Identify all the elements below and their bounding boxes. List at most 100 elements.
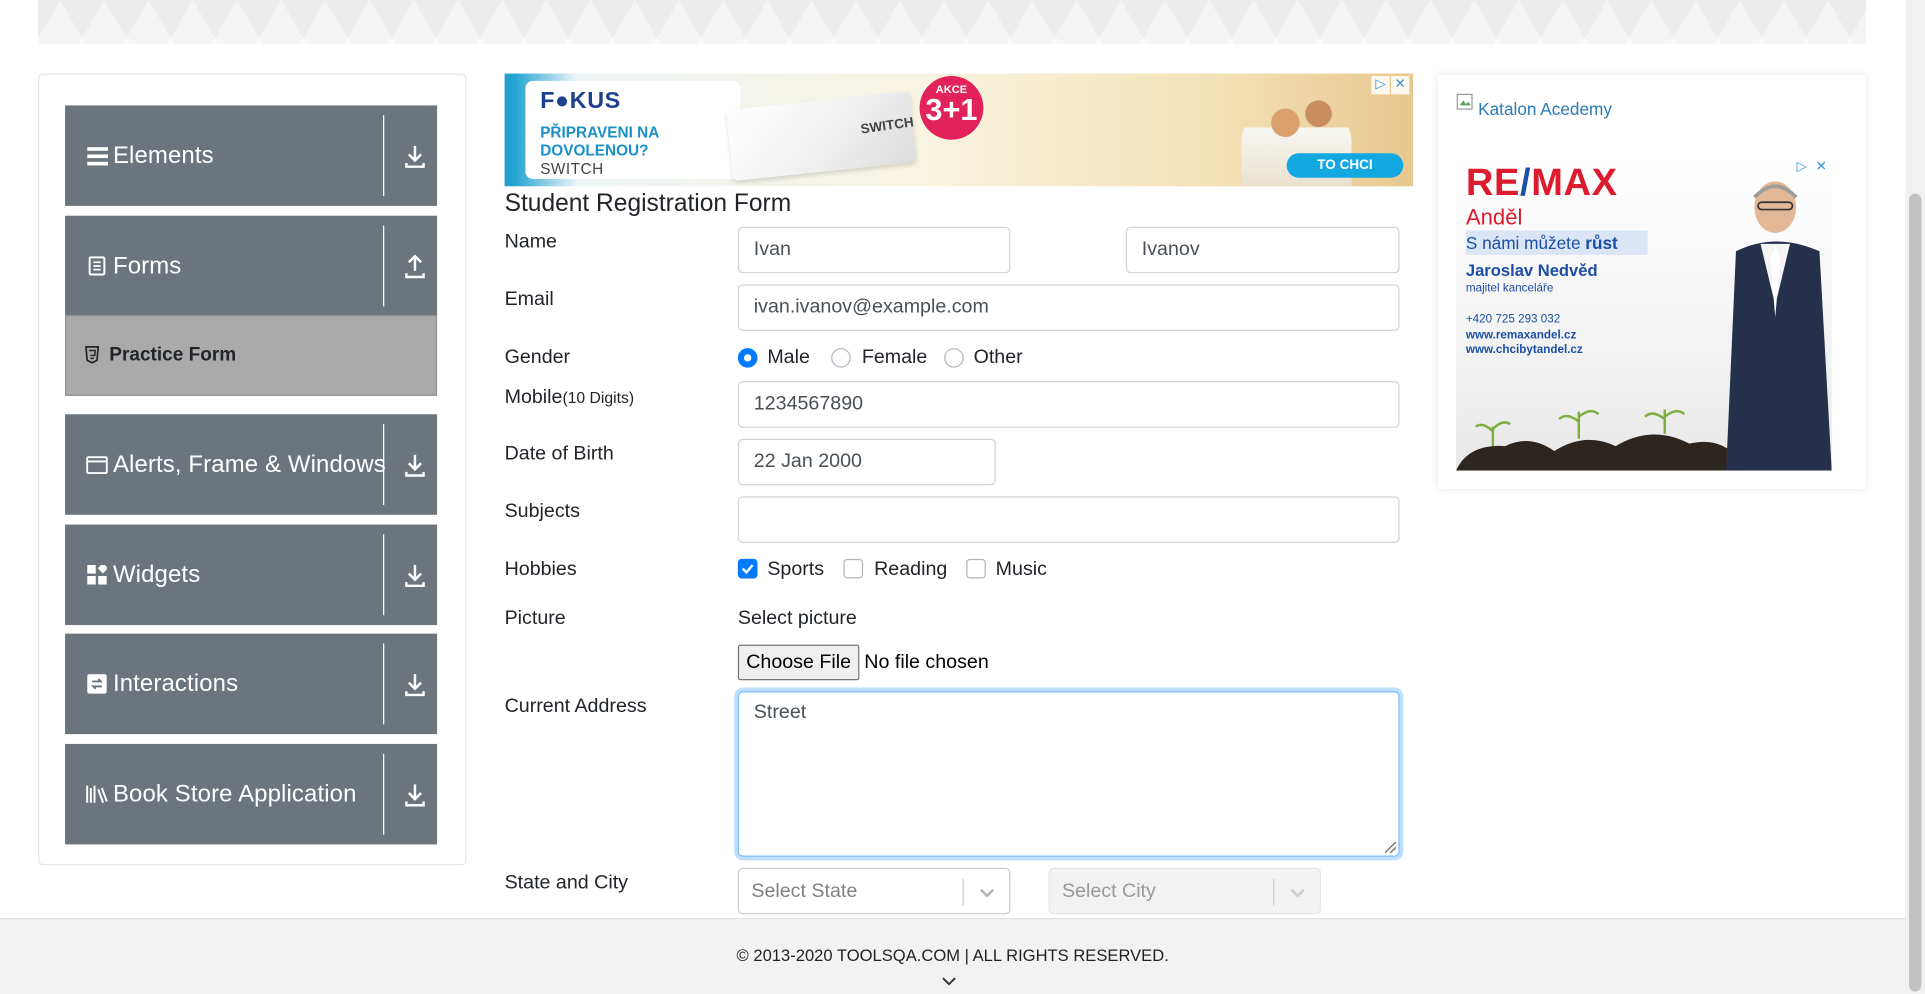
upload-icon[interactable] bbox=[404, 254, 426, 280]
ad-product-image bbox=[726, 91, 917, 181]
hobby-reading-label[interactable]: Reading bbox=[874, 555, 947, 584]
hobby-music-checkbox[interactable] bbox=[966, 558, 986, 579]
sidebar-group-label: Forms bbox=[112, 252, 182, 280]
bookstore-icon bbox=[85, 782, 110, 807]
download-icon[interactable] bbox=[404, 673, 426, 698]
remax-tagline: S námi můžete růst bbox=[1465, 230, 1648, 255]
gender-other-label[interactable]: Other bbox=[974, 343, 1023, 372]
sidebar-group-label: Book Store Application bbox=[112, 780, 357, 808]
hobby-music-label[interactable]: Music bbox=[996, 555, 1047, 584]
resize-handle[interactable] bbox=[1384, 841, 1396, 854]
remax-ad[interactable]: RE/MAX Anděl S námi můžete růst Jaroslav… bbox=[1456, 158, 1832, 471]
sidebar-group-label: Widgets bbox=[112, 561, 201, 589]
agent-photo bbox=[1726, 181, 1832, 471]
divider bbox=[383, 115, 385, 197]
html5-icon bbox=[84, 345, 100, 364]
gender-label: Gender bbox=[504, 346, 571, 368]
ad-product: SWITCH bbox=[540, 160, 604, 178]
current-address-value: Street bbox=[753, 702, 807, 724]
gender-male-radio[interactable] bbox=[737, 348, 758, 368]
sidebar-group-interactions[interactable]: Interactions bbox=[65, 633, 438, 735]
ad-controls: ▷ ✕ bbox=[1792, 158, 1831, 177]
download-icon[interactable] bbox=[404, 453, 426, 478]
remax-office: Anděl bbox=[1465, 204, 1523, 230]
close-icon[interactable]: ✕ bbox=[1812, 158, 1831, 177]
last-name-input[interactable]: Ivanov bbox=[1125, 226, 1400, 274]
sidebar-item-label: Practice Form bbox=[109, 344, 237, 366]
sidebar-group-elements[interactable]: Elements bbox=[65, 105, 438, 206]
remax-tagline-start: S námi můžete bbox=[1465, 232, 1586, 253]
current-address-label: Current Address bbox=[504, 696, 647, 717]
divider bbox=[383, 424, 385, 505]
ad-badge-big: 3+1 bbox=[925, 93, 978, 128]
scrollbar-thumb[interactable] bbox=[1909, 193, 1922, 992]
ad-text-box: F●KUS PŘIPRAVENI NA DOVOLENOU? SWITCH bbox=[525, 80, 741, 179]
sidebar-group-label: Alerts, Frame & Windows bbox=[112, 451, 386, 478]
hobby-reading-checkbox[interactable] bbox=[843, 558, 864, 579]
interactions-icon bbox=[85, 672, 110, 697]
sidebar-item-practice-form[interactable]: Practice Form bbox=[65, 314, 438, 396]
left-panel: Elements Forms Practice Form Alerts, Fra… bbox=[38, 73, 467, 866]
broken-image-icon bbox=[1456, 93, 1473, 110]
ad-cta-button[interactable]: TO CHCI bbox=[1286, 153, 1404, 178]
gender-female-label[interactable]: Female bbox=[862, 343, 928, 372]
sidebar-group-alerts-frame-windows[interactable]: Alerts, Frame & Windows bbox=[65, 414, 438, 515]
state-placeholder: Select State bbox=[751, 881, 858, 903]
city-placeholder: Select City bbox=[1061, 881, 1156, 903]
hobby-sports-checkbox[interactable] bbox=[737, 558, 758, 579]
adchoices-icon[interactable]: ▷ bbox=[1371, 75, 1390, 95]
ad-sidebar-right: Katalon Acedemy RE/MAX Anděl S námi může… bbox=[1437, 74, 1867, 490]
download-icon[interactable] bbox=[404, 145, 426, 170]
mobile-input[interactable]: 1234567890 bbox=[737, 381, 1400, 428]
plants-soil-image bbox=[1456, 409, 1739, 471]
current-address-textarea[interactable]: Street bbox=[737, 691, 1400, 857]
picture-label: Picture bbox=[504, 607, 566, 629]
email-label: Email bbox=[504, 289, 554, 311]
vertical-scrollbar[interactable] bbox=[1905, 0, 1925, 994]
choose-file-button[interactable]: Choose File bbox=[737, 644, 860, 681]
date-of-birth-input[interactable]: 22 Jan 2000 bbox=[737, 438, 996, 486]
city-select: Select City bbox=[1048, 867, 1322, 915]
remax-logo: RE/MAX bbox=[1466, 161, 1618, 205]
window-icon bbox=[85, 452, 110, 477]
state-select[interactable]: Select State bbox=[737, 867, 1011, 915]
remax-logo-slash: / bbox=[1519, 160, 1532, 204]
gender-male-label[interactable]: Male bbox=[767, 343, 810, 372]
sidebar-group-widgets[interactable]: Widgets bbox=[65, 524, 438, 626]
remax-agent-role: majitel kanceláře bbox=[1465, 281, 1554, 296]
check-icon bbox=[741, 564, 754, 575]
remax-logo-left: RE bbox=[1465, 160, 1520, 204]
remax-agent-name: Jaroslav Nedvěd bbox=[1465, 261, 1598, 280]
ad-banner-top[interactable]: F●KUS PŘIPRAVENI NA DOVOLENOU? SWITCH SW… bbox=[504, 73, 1414, 187]
dob-label: Date of Birth bbox=[504, 443, 614, 465]
close-icon[interactable]: ✕ bbox=[1390, 75, 1410, 95]
chevron-down-icon[interactable] bbox=[940, 976, 957, 988]
divider bbox=[383, 225, 385, 307]
mobile-label-text: Mobile bbox=[504, 387, 563, 409]
first-name-input[interactable]: Ivan bbox=[737, 226, 1011, 274]
email-input[interactable]: ivan.ivanov@example.com bbox=[737, 284, 1400, 331]
sidebar-group-book-store-application[interactable]: Book Store Application bbox=[65, 743, 438, 845]
subjects-input[interactable] bbox=[737, 496, 1400, 543]
katalon-academy-image[interactable]: Katalon Acedemy bbox=[1456, 93, 1612, 123]
gender-female-radio[interactable] bbox=[831, 348, 851, 368]
chevron-down-icon[interactable] bbox=[978, 885, 995, 900]
select-separator bbox=[1273, 878, 1275, 906]
page: Elements Forms Practice Form Alerts, Fra… bbox=[0, 0, 1925, 994]
select-separator bbox=[962, 878, 964, 906]
download-icon[interactable] bbox=[404, 564, 426, 589]
menu-icon bbox=[85, 143, 110, 168]
footer: © 2013-2020 TOOLSQA.COM | ALL RIGHTS RES… bbox=[0, 917, 1906, 994]
broken-image-alt: Katalon Acedemy bbox=[1478, 99, 1612, 119]
download-icon[interactable] bbox=[404, 783, 426, 808]
sidebar-group-forms[interactable]: Forms bbox=[65, 215, 438, 317]
select-picture-label: Select picture bbox=[737, 607, 857, 629]
document-icon bbox=[85, 254, 110, 279]
adchoices-icon[interactable]: ▷ bbox=[1792, 158, 1811, 177]
hobby-sports-label[interactable]: Sports bbox=[767, 555, 824, 584]
remax-tagline-bold: růst bbox=[1585, 232, 1618, 253]
sidebar-group-label: Elements bbox=[112, 142, 214, 170]
gender-other-radio[interactable] bbox=[944, 348, 964, 368]
ad-promo-badge: AKCE 3+1 bbox=[919, 75, 984, 140]
state-city-label: State and City bbox=[504, 872, 628, 894]
